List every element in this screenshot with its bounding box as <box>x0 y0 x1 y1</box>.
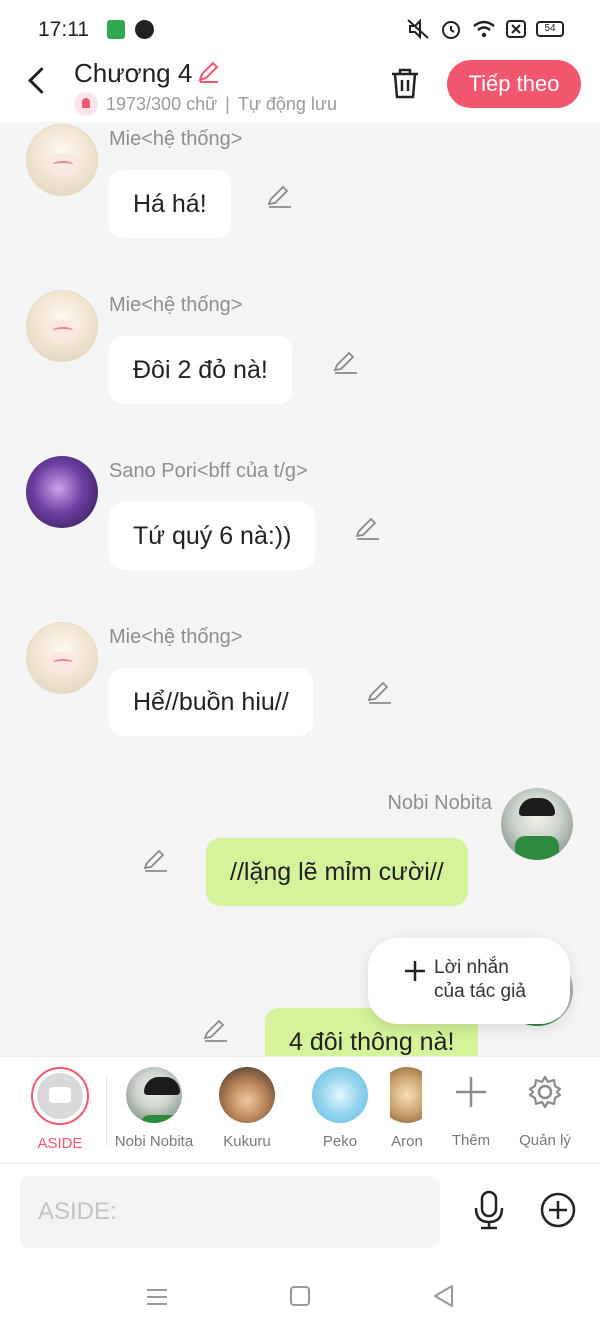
message-input[interactable] <box>20 1176 440 1248</box>
home-icon[interactable] <box>290 1286 310 1306</box>
chat-area[interactable]: Mie<hệ thống> Há há! Mie<hệ thống> Đôi 2… <box>0 122 600 1056</box>
author-note-label: Lời nhắn của tác giả <box>434 956 562 1004</box>
sender-name: Nobi Nobita <box>387 792 492 814</box>
message-bubble[interactable]: Há há! <box>109 170 231 238</box>
sim-icon <box>506 20 526 38</box>
add-label: Thêm <box>451 1132 491 1149</box>
character-label: Peko <box>322 1133 358 1150</box>
message-bubble[interactable]: //lặng lẽ mỉm cười// <box>206 838 468 906</box>
edit-message-icon[interactable] <box>266 184 292 210</box>
sender-name: Mie<hệ thống> <box>109 128 243 150</box>
sender-name: Sano Pori<bff của t/g> <box>109 460 308 482</box>
info-separator: | <box>225 93 230 114</box>
add-attachment-icon[interactable] <box>540 1192 576 1228</box>
manage-label: Quản lý <box>519 1132 571 1149</box>
edit-message-icon[interactable] <box>202 1018 228 1044</box>
alarm-icon <box>442 21 460 39</box>
avatar[interactable] <box>501 788 573 860</box>
character-aside[interactable]: ASIDE <box>15 1067 105 1152</box>
plus-icon <box>405 961 425 981</box>
character-label: Kukuru <box>223 1133 271 1150</box>
word-count: 1973/300 chữ <box>106 93 218 114</box>
author-note-line2: của tác giả <box>434 981 526 1002</box>
editor-header: Chương 4 1973/300 chữ | Tự động lưu Tiếp… <box>0 58 600 122</box>
message-bubble[interactable]: Hể//buồn hiu// <box>109 668 313 736</box>
battery-icon: 54 <box>536 21 564 37</box>
avatar[interactable] <box>26 456 98 528</box>
page-title: Chương 4 <box>74 58 193 88</box>
avatar <box>390 1067 422 1123</box>
edit-title-icon[interactable] <box>196 60 220 84</box>
author-note-button[interactable]: Lời nhắn của tác giả <box>368 938 570 1024</box>
message-bubble[interactable]: Đôi 2 đỏ nà! <box>109 336 292 404</box>
edit-message-icon[interactable] <box>366 680 392 706</box>
edit-message-icon[interactable] <box>142 848 168 874</box>
character-label: ASIDE <box>37 1135 83 1152</box>
avatar <box>219 1067 275 1123</box>
character-aron[interactable]: Aron <box>390 1067 422 1150</box>
mute-icon <box>407 18 429 40</box>
aside-avatar <box>31 1067 89 1125</box>
microphone-icon[interactable] <box>470 1190 508 1230</box>
edit-message-icon[interactable] <box>354 516 380 542</box>
message-bubble[interactable]: Tứ quý 6 nà:)) <box>109 502 316 570</box>
divider <box>106 1077 107 1145</box>
character-bar: ASIDE Nobi Nobita Kukuru Peko Aron Thêm … <box>0 1056 600 1164</box>
manage-button[interactable]: Quản lý <box>510 1075 580 1149</box>
trash-icon[interactable] <box>388 66 422 100</box>
pinterest-icon <box>135 20 154 39</box>
edit-message-icon[interactable] <box>332 350 358 376</box>
next-button[interactable]: Tiếp theo <box>447 60 581 108</box>
recent-apps-icon[interactable] <box>146 1288 168 1306</box>
character-peko[interactable]: Peko <box>295 1067 385 1150</box>
status-icons: 54 <box>406 18 564 40</box>
chapter-info: 1973/300 chữ | Tự động lưu <box>74 92 337 116</box>
status-bar: 17:11 54 <box>0 0 600 58</box>
character-nobi[interactable]: Nobi Nobita <box>109 1067 199 1150</box>
system-nav-bar <box>0 1260 600 1333</box>
author-note-line1: Lời nhắn <box>434 957 509 978</box>
avatar <box>312 1067 368 1123</box>
wifi-icon <box>473 20 495 38</box>
character-kukuru[interactable]: Kukuru <box>202 1067 292 1150</box>
autosave-label: Tự động lưu <box>237 93 337 114</box>
sender-name: Mie<hệ thống> <box>109 294 243 316</box>
character-label: Nobi Nobita <box>114 1133 194 1150</box>
sender-name: Mie<hệ thống> <box>109 626 243 648</box>
character-label: Aron <box>391 1133 422 1150</box>
avatar[interactable] <box>26 622 98 694</box>
character-aron-clip: Aron <box>390 1057 422 1165</box>
add-character-button[interactable]: Thêm <box>436 1075 506 1149</box>
back-icon[interactable] <box>24 68 52 96</box>
avatar[interactable] <box>26 124 98 196</box>
status-time: 17:11 <box>38 18 89 41</box>
plus-icon <box>456 1077 486 1107</box>
bell-icon <box>74 92 98 116</box>
back-nav-icon[interactable] <box>432 1284 454 1308</box>
composer <box>0 1164 600 1260</box>
avatar <box>126 1067 182 1123</box>
app-notification-icon <box>107 20 125 39</box>
gear-icon <box>528 1075 562 1109</box>
aside-chat-icon <box>37 1073 83 1119</box>
avatar[interactable] <box>26 290 98 362</box>
